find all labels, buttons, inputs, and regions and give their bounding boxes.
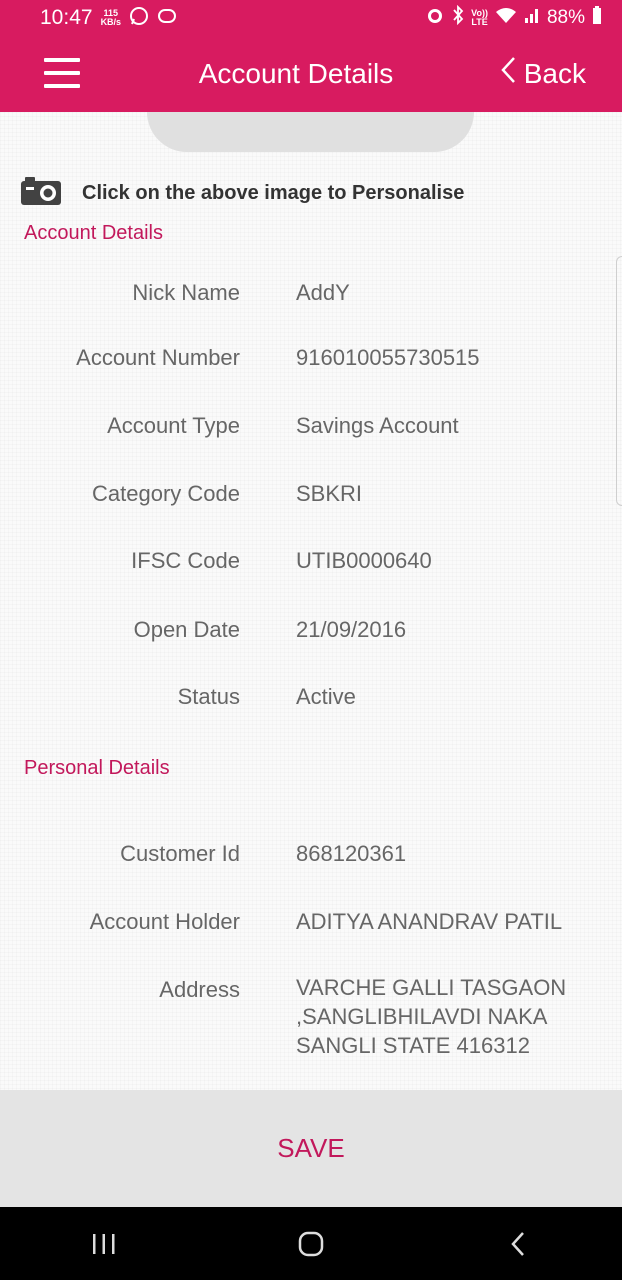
notification-app-icon bbox=[157, 7, 177, 30]
chevron-left-icon bbox=[500, 56, 516, 91]
recents-icon[interactable] bbox=[74, 1214, 134, 1274]
account-details-section-title: Account Details bbox=[24, 222, 163, 244]
camera-icon[interactable] bbox=[20, 176, 62, 211]
account-number-value: 916010055730515 bbox=[296, 345, 480, 370]
nick-name-label: Nick Name bbox=[132, 280, 240, 305]
wifi-icon bbox=[495, 6, 517, 30]
ifsc-code-value: UTIB0000640 bbox=[296, 548, 432, 573]
status-time: 10:47 bbox=[40, 6, 93, 29]
account-type-label: Account Type bbox=[107, 413, 240, 438]
status-label: Status bbox=[177, 684, 240, 709]
account-holder-value: ADITYA ANANDRAV PATIL bbox=[296, 909, 563, 934]
scroll-indicator[interactable] bbox=[616, 256, 622, 506]
status-value: Active bbox=[296, 684, 356, 709]
alarm-icon bbox=[425, 5, 445, 31]
back-icon[interactable] bbox=[488, 1214, 548, 1274]
status-bar-left: 10:47 115 KB/s bbox=[40, 6, 177, 31]
open-date-value: 21/09/2016 bbox=[296, 617, 407, 642]
back-button[interactable]: Back bbox=[500, 56, 586, 91]
customer-id-label: Customer Id bbox=[120, 841, 240, 866]
ifsc-code-label: IFSC Code bbox=[131, 548, 240, 573]
personalise-hint-text: Click on the above image to Personalise bbox=[82, 182, 465, 204]
whatsapp-icon bbox=[129, 6, 149, 31]
system-nav-bar bbox=[0, 1207, 622, 1280]
open-date-label: Open Date bbox=[133, 617, 240, 642]
profile-image-placeholder[interactable] bbox=[147, 112, 474, 152]
address-value: VARCHE GALLI TASGAON ,SANGLIBHILAVDI NAK… bbox=[296, 975, 567, 1058]
address-label: Address bbox=[159, 977, 240, 1002]
status-bar: 10:47 115 KB/s Vo)) LTE 88% bbox=[0, 0, 622, 36]
network-speed-unit: KB/s bbox=[100, 17, 122, 27]
nick-name-value: AddY bbox=[296, 280, 350, 305]
personalise-hint: Click on the above image to Personalise bbox=[20, 176, 464, 211]
category-code-value: SBKRI bbox=[296, 481, 363, 506]
save-button[interactable]: SAVE bbox=[277, 1133, 344, 1164]
volte-indicator: Vo)) LTE bbox=[471, 9, 488, 27]
home-icon[interactable] bbox=[281, 1214, 341, 1274]
account-type-value: Savings Account bbox=[296, 413, 459, 438]
app-bar: Account Details Back bbox=[0, 36, 622, 112]
category-code-label: Category Code bbox=[92, 481, 240, 506]
back-button-label: Back bbox=[523, 57, 586, 89]
save-bar: SAVE bbox=[0, 1090, 622, 1207]
network-speed: 115 KB/s bbox=[101, 9, 122, 27]
customer-id-value: 868120361 bbox=[296, 841, 407, 866]
status-bar-right: Vo)) LTE 88% bbox=[425, 4, 602, 31]
account-holder-label: Account Holder bbox=[89, 909, 240, 934]
lte-label: LTE bbox=[471, 17, 488, 27]
bluetooth-icon bbox=[452, 4, 464, 31]
signal-icon bbox=[524, 6, 540, 30]
battery-percent: 88% bbox=[546, 7, 585, 28]
account-number-label: Account Number bbox=[76, 345, 240, 370]
personal-details-section-title: Personal Details bbox=[24, 757, 170, 779]
battery-icon bbox=[592, 5, 602, 31]
